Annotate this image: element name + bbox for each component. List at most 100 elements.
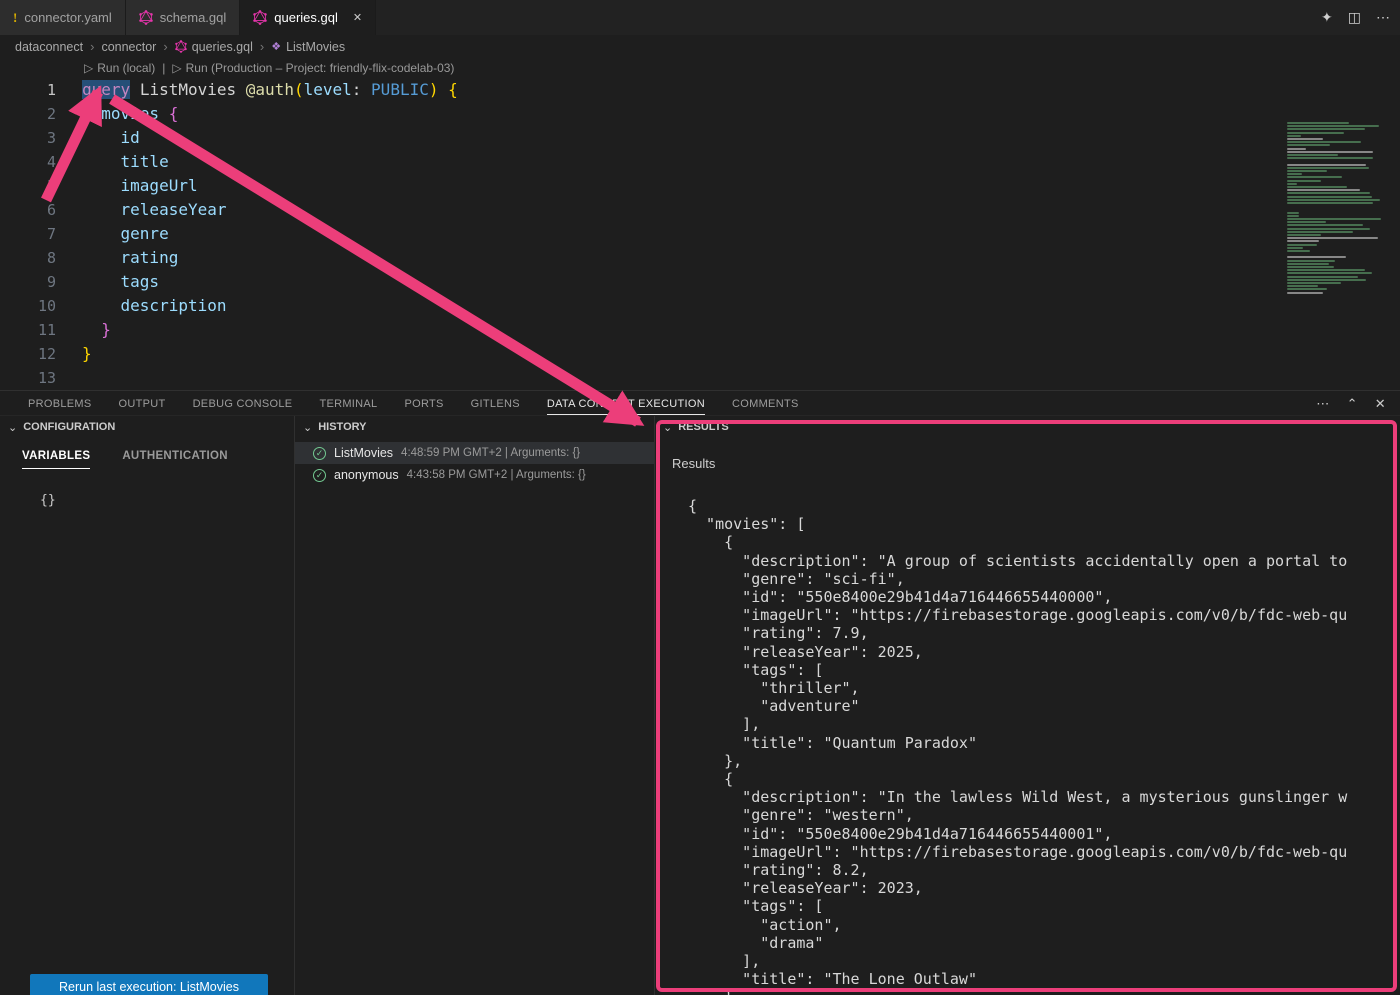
minimap-line — [1287, 192, 1370, 194]
code-line[interactable]: 5 imageUrl — [0, 174, 1400, 198]
minimap-line — [1287, 154, 1338, 156]
minimap-line — [1287, 218, 1381, 220]
minimap-line — [1287, 148, 1306, 150]
panel-tab-problems[interactable]: PROBLEMS — [28, 392, 92, 414]
code-editor[interactable]: ▷ Run (local) | ▷ Run (Production – Proj… — [0, 58, 1400, 390]
close-icon[interactable]: ✕ — [353, 11, 362, 24]
panel-tab-data-connect-execution[interactable]: DATA CONNECT EXECUTION — [547, 392, 705, 415]
breadcrumb-item-connector[interactable]: connector — [101, 40, 156, 54]
code-line[interactable]: 1query ListMovies @auth(level: PUBLIC) { — [0, 78, 1400, 102]
minimap[interactable] — [1283, 116, 1400, 306]
minimap-line — [1287, 288, 1327, 290]
graphql-icon — [139, 10, 153, 25]
play-icon: ▷ — [84, 61, 93, 75]
code-text: rating — [82, 246, 178, 270]
history-item-listmovies[interactable]: ✓ ListMovies 4:48:59 PM GMT+2 | Argument… — [295, 442, 654, 464]
code-token — [82, 104, 101, 123]
code-token: ( — [294, 80, 304, 99]
maximize-panel-icon[interactable]: ⌃ — [1347, 396, 1358, 412]
panel-tab-gitlens[interactable]: GITLENS — [471, 392, 520, 414]
panel-tab-ports[interactable]: PORTS — [404, 392, 443, 414]
tab-authentication[interactable]: AUTHENTICATION — [122, 450, 228, 469]
code-text: tags — [82, 270, 159, 294]
results-json[interactable]: { "movies": [ { "description": "A group … — [688, 497, 1400, 995]
code-token: id — [121, 128, 140, 147]
code-line[interactable]: 7 genre — [0, 222, 1400, 246]
minimap-line — [1287, 247, 1303, 249]
code-line[interactable]: 6 releaseYear — [0, 198, 1400, 222]
code-line[interactable]: 12} — [0, 342, 1400, 366]
tab-variables[interactable]: VARIABLES — [22, 450, 90, 469]
line-number: 5 — [0, 174, 56, 198]
panel-tab-debug-console[interactable]: DEBUG CONSOLE — [193, 392, 293, 414]
code-token — [438, 80, 448, 99]
code-token — [82, 248, 121, 267]
code-token: genre — [121, 224, 169, 243]
code-line[interactable]: 13 — [0, 366, 1400, 390]
chevron-right-icon: › — [90, 39, 94, 54]
minimap-line — [1287, 263, 1329, 265]
tab-schema-gql[interactable]: schema.gql — [126, 0, 240, 35]
configuration-header[interactable]: ⌄ CONFIGURATION — [0, 416, 294, 438]
rerun-last-execution-button[interactable]: Rerun last execution: ListMovies — [30, 974, 268, 995]
minimap-line — [1287, 224, 1363, 226]
code-line[interactable]: 8 rating — [0, 246, 1400, 270]
code-line[interactable]: 4 title — [0, 150, 1400, 174]
code-text: imageUrl — [82, 174, 198, 198]
code-text: releaseYear — [82, 198, 227, 222]
variables-value[interactable]: {} — [40, 493, 294, 508]
code-line[interactable]: 2 movies { — [0, 102, 1400, 126]
run-local-link[interactable]: ▷ Run (local) — [84, 61, 155, 75]
tab-label: schema.gql — [160, 10, 226, 25]
history-item-anonymous[interactable]: ✓ anonymous 4:43:58 PM GMT+2 | Arguments… — [295, 464, 654, 486]
breadcrumb-item-dataconnect[interactable]: dataconnect — [15, 40, 83, 54]
minimap-line — [1287, 272, 1372, 274]
tab-queries-gql[interactable]: queries.gql ✕ — [240, 0, 376, 35]
minimap-line — [1287, 144, 1330, 146]
minimap-line — [1287, 135, 1301, 137]
sparkle-icon[interactable]: ✦ — [1321, 9, 1333, 26]
more-actions-icon[interactable]: ⋯ — [1316, 396, 1329, 412]
code-token — [82, 200, 121, 219]
close-panel-icon[interactable]: ✕ — [1375, 396, 1386, 412]
results-label: Results — [672, 456, 1400, 471]
history-items: ✓ ListMovies 4:48:59 PM GMT+2 | Argument… — [295, 442, 654, 486]
history-header[interactable]: ⌄ HISTORY — [295, 416, 654, 438]
code-text: id — [82, 126, 140, 150]
panel-tab-comments[interactable]: COMMENTS — [732, 392, 799, 414]
panel-tab-output[interactable]: OUTPUT — [119, 392, 166, 414]
code-token: tags — [121, 272, 160, 291]
more-actions-icon[interactable]: ⋯ — [1376, 9, 1390, 26]
code-text: genre — [82, 222, 169, 246]
panel-tab-bar: PROBLEMS OUTPUT DEBUG CONSOLE TERMINAL P… — [0, 391, 1400, 416]
line-number: 13 — [0, 366, 56, 390]
minimap-line — [1287, 141, 1361, 143]
history-item-name: ListMovies — [334, 446, 393, 460]
codelens: ▷ Run (local) | ▷ Run (Production – Proj… — [0, 58, 1400, 78]
panel-tab-terminal[interactable]: TERMINAL — [319, 392, 377, 414]
history-section: ⌄ HISTORY ✓ ListMovies 4:48:59 PM GMT+2 … — [295, 416, 655, 995]
code-line[interactable]: 3 id — [0, 126, 1400, 150]
line-number: 7 — [0, 222, 56, 246]
minimap-line — [1287, 132, 1344, 134]
minimap-line — [1287, 269, 1365, 271]
line-number: 12 — [0, 342, 56, 366]
code-line[interactable]: 11 } — [0, 318, 1400, 342]
symbol-icon: ❖ — [271, 40, 281, 53]
history-item-name: anonymous — [334, 468, 399, 482]
code-line[interactable]: 10 description — [0, 294, 1400, 318]
results-header[interactable]: ⌄ RESULTS — [655, 416, 1400, 438]
line-number: 9 — [0, 270, 56, 294]
minimap-line — [1287, 186, 1347, 188]
editor-actions: ✦ ◫ ⋯ — [1321, 0, 1390, 35]
breadcrumb-item-queries-gql[interactable]: queries.gql — [175, 40, 253, 54]
code-token — [82, 320, 101, 339]
split-editor-icon[interactable]: ◫ — [1348, 9, 1361, 26]
breadcrumb-item-listmovies[interactable]: ❖ ListMovies — [271, 40, 345, 54]
line-number: 6 — [0, 198, 56, 222]
run-production-link[interactable]: ▷ Run (Production – Project: friendly-fl… — [172, 61, 454, 75]
tab-connector-yaml[interactable]: ! connector.yaml — [0, 0, 126, 35]
code-line[interactable]: 9 tags — [0, 270, 1400, 294]
code-text: title — [82, 150, 169, 174]
run-local-label: Run (local) — [97, 61, 155, 75]
